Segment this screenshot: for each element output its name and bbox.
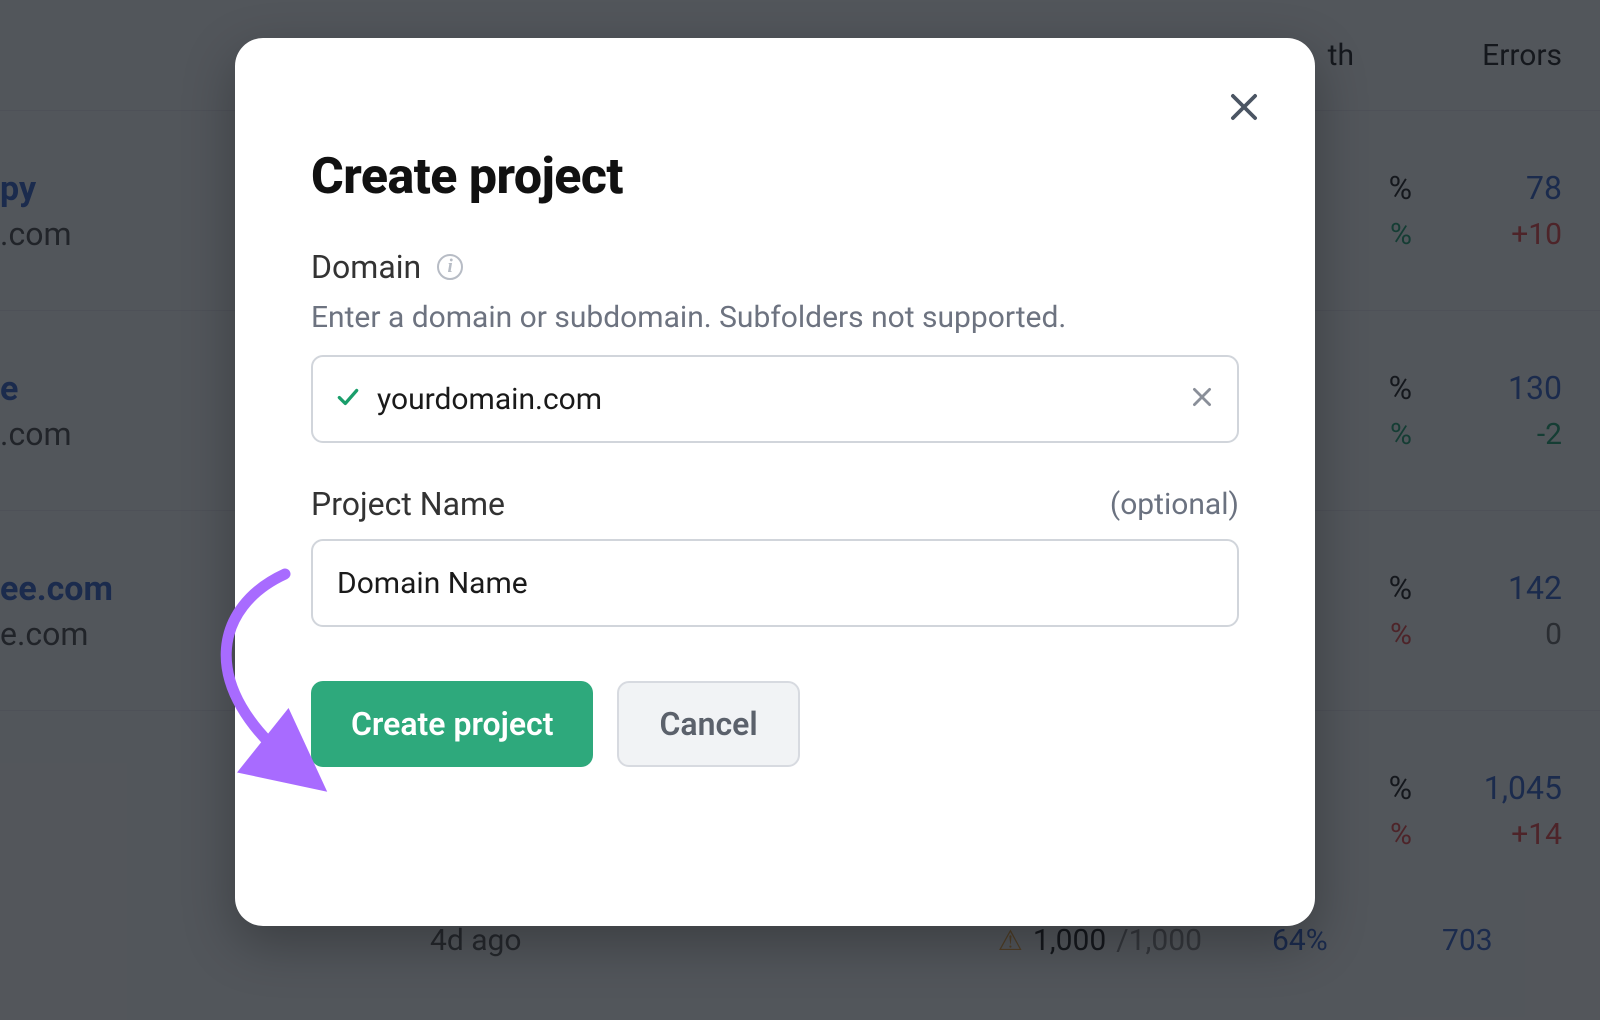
cancel-button[interactable]: Cancel <box>617 681 799 767</box>
info-icon[interactable]: i <box>437 254 463 280</box>
project-name-input[interactable] <box>337 566 1213 601</box>
clear-domain-button[interactable] <box>1189 384 1215 414</box>
create-project-dialog: Create project Domain i Enter a domain o… <box>235 38 1315 926</box>
domain-field-wrapper <box>311 355 1239 443</box>
close-icon <box>1189 384 1215 410</box>
close-button[interactable] <box>1219 82 1269 132</box>
create-project-button[interactable]: Create project <box>311 681 593 767</box>
optional-tag: (optional) <box>1110 487 1239 522</box>
close-icon <box>1225 88 1263 126</box>
domain-label-row: Domain i <box>311 248 1239 286</box>
domain-label: Domain <box>311 248 421 286</box>
domain-input[interactable] <box>377 382 1173 417</box>
domain-hint: Enter a domain or subdomain. Subfolders … <box>311 300 1239 335</box>
dialog-title: Create project <box>311 148 1239 206</box>
project-name-field-wrapper <box>311 539 1239 627</box>
project-name-label: Project Name <box>311 485 505 523</box>
project-name-label-row: Project Name (optional) <box>311 485 1239 523</box>
valid-check-icon <box>335 384 361 414</box>
dialog-actions: Create project Cancel <box>311 681 1239 767</box>
